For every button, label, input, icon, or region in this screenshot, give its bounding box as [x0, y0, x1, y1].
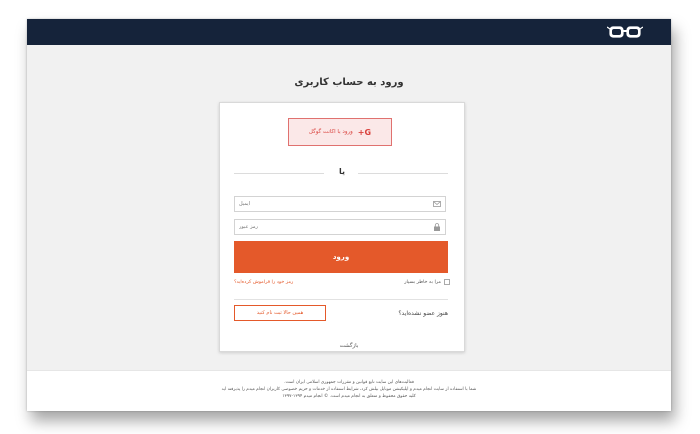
section-divider	[234, 299, 448, 300]
login-card: G+ ورود با اکانت گوگل یا ورود مرا به خاط…	[219, 102, 465, 352]
footer-line-1: فعالیت‌های این سایت تابع قوانین و مقررات…	[284, 380, 414, 385]
footer: فعالیت‌های این سایت تابع قوانین و مقررات…	[27, 370, 671, 411]
back-link[interactable]: بازگشت	[27, 343, 671, 349]
signup-button[interactable]: همین حالا ثبت نام کنید	[234, 305, 326, 321]
glasses-logo-icon[interactable]	[607, 21, 643, 43]
password-input[interactable]	[235, 220, 425, 234]
top-navbar	[27, 19, 671, 45]
divider-line-left	[234, 173, 324, 174]
google-login-button[interactable]: G+ ورود با اکانت گوگل	[288, 118, 392, 146]
password-field[interactable]	[234, 219, 446, 235]
divider-line-right	[358, 173, 448, 174]
remember-me[interactable]: مرا به خاطر بسپار	[404, 279, 450, 285]
email-field[interactable]	[234, 196, 446, 212]
not-member-text: هنوز عضو نشده‌اید؟	[398, 310, 448, 317]
google-plus-icon: G+	[357, 127, 372, 137]
login-button[interactable]: ورود	[234, 241, 448, 273]
browser-screen: ورود به حساب کاربری G+ ورود با اکانت گوگ…	[27, 19, 671, 411]
footer-line-3: کلیه حقوق محفوظ و متعلق به انجام میدم اس…	[282, 394, 416, 399]
remember-me-label: مرا به خاطر بسپار	[404, 279, 441, 285]
forgot-password-link[interactable]: رمز خود را فراموش کرده‌اید؟	[234, 280, 293, 285]
footer-line-2: شما با استفاده از سایت انجام میدم و اپلی…	[221, 387, 477, 392]
lock-icon	[434, 223, 440, 231]
page-title: ورود به حساب کاربری	[294, 77, 404, 88]
divider-or: یا	[338, 167, 345, 176]
google-login-label: ورود با اکانت گوگل	[308, 129, 353, 135]
remember-me-checkbox[interactable]	[444, 279, 450, 285]
email-input[interactable]	[235, 197, 425, 211]
envelope-icon	[433, 201, 441, 207]
